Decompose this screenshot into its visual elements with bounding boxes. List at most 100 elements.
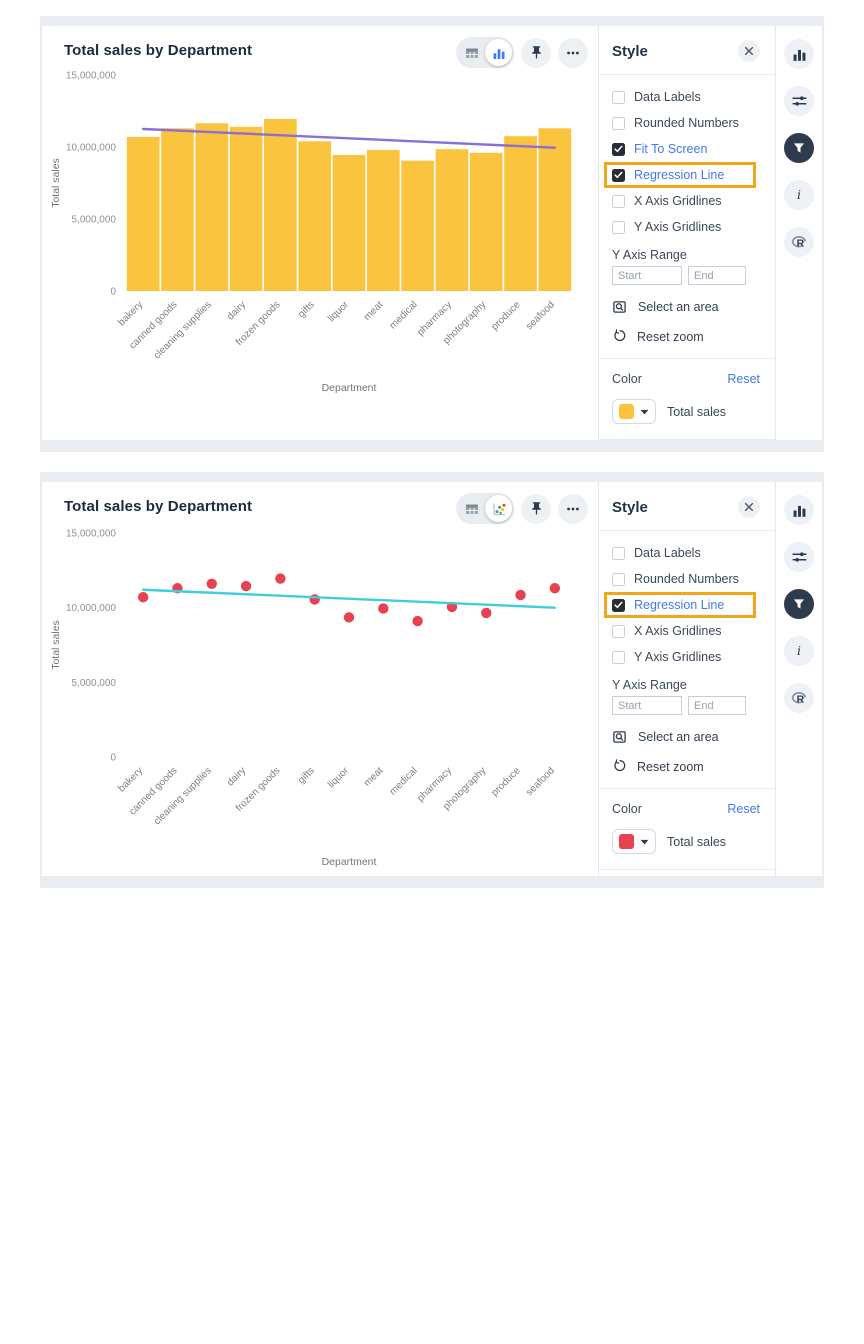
- point-meat[interactable]: [378, 603, 389, 614]
- reset-zoom-label: Reset zoom: [637, 759, 704, 774]
- filter-button[interactable]: [784, 589, 814, 619]
- style-panel-header: Style: [612, 40, 760, 62]
- y-axis-range-end-input[interactable]: [688, 696, 746, 715]
- option-label: Y Axis Gridlines: [634, 220, 722, 234]
- close-icon: [744, 46, 754, 56]
- color-reset-link[interactable]: Reset: [727, 372, 760, 386]
- bar-produce[interactable]: [504, 136, 537, 291]
- point-liquor[interactable]: [343, 612, 355, 623]
- filter-icon: [792, 597, 806, 611]
- close-button[interactable]: [738, 40, 760, 62]
- point-dairy[interactable]: [240, 580, 252, 592]
- y-tick-label: 0: [110, 753, 116, 764]
- chart-type-scatter-chart-button[interactable]: [485, 495, 512, 522]
- style-option-y-axis-gridlines: Y Axis Gridlines: [612, 650, 760, 664]
- point-frozen-goods[interactable]: [275, 573, 286, 584]
- y-axis-range-end-input[interactable]: [688, 266, 746, 285]
- unchecked-checkbox[interactable]: [612, 650, 625, 664]
- series-color-dropdown[interactable]: [612, 829, 656, 854]
- color-reset-link[interactable]: Reset: [727, 802, 760, 816]
- bar-gifts[interactable]: [298, 141, 332, 291]
- unchecked-checkbox[interactable]: [612, 546, 625, 560]
- checked-checkbox[interactable]: [612, 142, 625, 156]
- scatter-chart-icon: [491, 501, 507, 517]
- point-photography[interactable]: [481, 607, 492, 619]
- reset-zoom-button[interactable]: Reset zoom: [612, 329, 760, 344]
- pin-button[interactable]: [521, 37, 551, 68]
- series-color-dropdown[interactable]: [612, 399, 656, 424]
- option-label: Rounded Numbers: [634, 572, 739, 586]
- bar-pharmacy[interactable]: [435, 149, 469, 291]
- sliders-button[interactable]: [784, 86, 814, 116]
- select-an-area-button[interactable]: Select an area: [612, 729, 760, 745]
- bar-photography[interactable]: [469, 152, 503, 291]
- bar-cleaning-supplies[interactable]: [195, 123, 229, 292]
- chart-region: Total sales by Department 0 5,000,000 10,00…: [42, 482, 598, 876]
- bar-chart-button[interactable]: [784, 495, 814, 525]
- filter-button[interactable]: [784, 133, 814, 163]
- info-button[interactable]: i: [784, 180, 814, 210]
- reset-zoom-button[interactable]: Reset zoom: [612, 759, 760, 774]
- bar-medical[interactable]: [401, 160, 434, 291]
- y-tick-label: 15,000,000: [66, 529, 116, 540]
- point-cleaning-supplies[interactable]: [206, 578, 217, 589]
- bar-meat[interactable]: [366, 149, 400, 291]
- point-seafood[interactable]: [549, 583, 561, 594]
- point-gifts[interactable]: [309, 594, 320, 605]
- series-label: Total sales: [667, 404, 727, 419]
- info-icon: i: [792, 188, 806, 202]
- unchecked-checkbox[interactable]: [612, 624, 625, 638]
- x-axis-title: Department: [322, 856, 377, 868]
- r-logo-button[interactable]: R: [784, 227, 814, 257]
- unchecked-checkbox[interactable]: [612, 572, 625, 586]
- checked-checkbox[interactable]: [612, 168, 625, 182]
- chart-type-table-button[interactable]: [458, 495, 485, 522]
- sliders-button[interactable]: [784, 542, 814, 572]
- chart-region: Total sales by Department 0 5,000,000 10,00…: [42, 26, 598, 440]
- info-button[interactable]: i: [784, 636, 814, 666]
- bar-chart[interactable]: 0 5,000,000 10,000,000 15,000,000 Total sale…: [42, 59, 578, 397]
- bar-canned-goods[interactable]: [161, 128, 194, 291]
- option-label: X Axis Gridlines: [634, 624, 722, 638]
- more-options-button[interactable]: [558, 37, 588, 68]
- point-produce[interactable]: [515, 589, 526, 601]
- icon-strip: iR: [776, 482, 822, 876]
- scatter-chart[interactable]: 0 5,000,000 10,000,000 15,000,000 Total sale…: [42, 515, 578, 871]
- unchecked-checkbox[interactable]: [612, 194, 625, 208]
- bar-bakery[interactable]: [126, 136, 160, 291]
- pin-button[interactable]: [521, 493, 551, 524]
- r-logo-icon: R: [791, 234, 808, 250]
- option-label: Data Labels: [634, 546, 701, 560]
- close-button[interactable]: [738, 496, 760, 518]
- style-option-fit-to-screen: Fit To Screen: [612, 142, 760, 156]
- select-an-area-button[interactable]: Select an area: [612, 299, 760, 315]
- more-options-button[interactable]: [558, 493, 588, 524]
- unchecked-checkbox[interactable]: [612, 90, 625, 104]
- card-inner: Total sales by Department 0 5,000,000 10,00…: [42, 26, 822, 440]
- bar-chart-button[interactable]: [784, 39, 814, 69]
- style-panel: Style Data Labels Rounded Numbers Fit To Sc…: [598, 26, 776, 440]
- bar-frozen-goods[interactable]: [264, 118, 297, 291]
- r-logo-button[interactable]: R: [784, 683, 814, 713]
- bar-dairy[interactable]: [229, 126, 263, 291]
- bar-liquor[interactable]: [332, 154, 366, 291]
- bar-seafood[interactable]: [538, 128, 572, 291]
- option-label: Regression Line: [634, 168, 725, 182]
- x-tick-label-liquor: liquor: [326, 299, 352, 325]
- unchecked-checkbox[interactable]: [612, 220, 625, 234]
- style-options: Data Labels Rounded Numbers Fit To Screen R…: [604, 90, 760, 234]
- chart-card-2: Total sales by Department 0 5,000,000 10,00…: [40, 472, 824, 888]
- chart-type-table-button[interactable]: [458, 39, 485, 66]
- point-bakery[interactable]: [137, 592, 149, 603]
- x-tick-label-medical: medical: [388, 299, 420, 331]
- color-section-header: Color Reset: [612, 372, 760, 386]
- color-label: Color: [612, 372, 642, 386]
- unchecked-checkbox[interactable]: [612, 116, 625, 130]
- pin-icon: [529, 501, 544, 516]
- y-axis-range-start-input[interactable]: [612, 266, 682, 285]
- checked-checkbox[interactable]: [612, 598, 625, 612]
- y-axis-title: Total sales: [50, 620, 62, 670]
- chart-type-bar-chart-button[interactable]: [485, 39, 512, 66]
- y-axis-range-start-input[interactable]: [612, 696, 682, 715]
- point-medical[interactable]: [412, 615, 423, 627]
